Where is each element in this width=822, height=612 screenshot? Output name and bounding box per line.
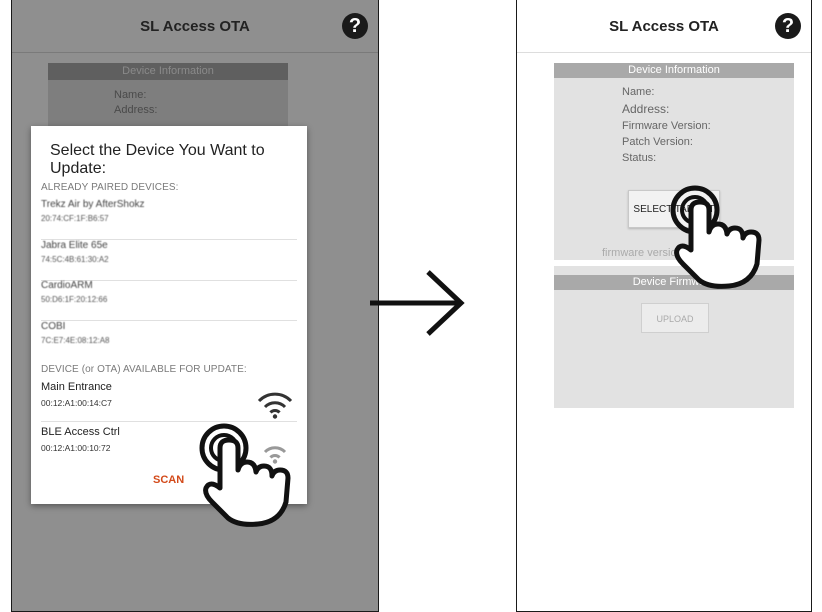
- device-name: BLE Access Ctrl: [41, 426, 120, 438]
- help-icon[interactable]: ?: [775, 13, 801, 39]
- app-bar: SL Access OTA ?: [12, 0, 378, 53]
- device-address: 00:12:A1:00:14:C7: [41, 398, 112, 408]
- device-address: 50:D6:1F:20:12:66: [41, 295, 108, 304]
- app-bar: SL Access OTA ?: [517, 0, 811, 53]
- patch-version-label: Patch Version:: [622, 136, 693, 148]
- device-information-header: Device Information: [554, 63, 794, 78]
- device-name: COBI: [41, 321, 66, 332]
- device-information-header: Device Information: [48, 63, 288, 80]
- ota-device-item[interactable]: Main Entrance 00:12:A1:00:14:C7: [41, 381, 297, 422]
- device-name: Main Entrance: [41, 381, 112, 393]
- paired-devices-heading: ALREADY PAIRED DEVICES:: [41, 182, 179, 193]
- app-title: SL Access OTA: [140, 17, 250, 35]
- wifi-icon: [257, 392, 293, 419]
- arrow-right-icon: [370, 270, 465, 336]
- pointing-hand-icon: [199, 423, 291, 527]
- address-label: Address:: [114, 104, 158, 116]
- upload-button[interactable]: UPLOAD: [641, 303, 709, 333]
- device-name: Jabra Elite 65e: [41, 240, 108, 251]
- name-label: Name:: [114, 89, 147, 101]
- right-phone-screen: SL Access OTA ? Device Information Name:…: [516, 0, 812, 612]
- ota-devices-heading: DEVICE (or OTA) AVAILABLE FOR UPDATE:: [41, 364, 247, 375]
- device-name: CardioARM: [41, 280, 93, 291]
- device-address: 7C:E7:4E:08:12:A8: [41, 336, 110, 345]
- address-label: Address:: [622, 102, 670, 116]
- paired-device-item[interactable]: COBI 7C:E7:4E:08:12:A8: [41, 321, 297, 361]
- help-icon[interactable]: ?: [342, 13, 368, 39]
- paired-device-item[interactable]: Jabra Elite 65e 74:5C:4B:61:30:A2: [41, 240, 297, 281]
- dialog-title: Select the Device You Want to Update:: [50, 142, 265, 177]
- scan-button[interactable]: SCAN: [153, 474, 184, 486]
- device-address: 00:12:A1:00:10:72: [41, 443, 111, 453]
- paired-device-item[interactable]: CardioARM 50:D6:1F:20:12:66: [41, 280, 297, 321]
- firmware-version-label: Firmware Version:: [622, 120, 711, 132]
- device-address: 20:74:CF:1F:B6:57: [41, 214, 109, 223]
- app-title: SL Access OTA: [609, 17, 719, 35]
- status-label: Status:: [622, 152, 657, 164]
- paired-device-item[interactable]: Trekz Air by AfterShokz 20:74:CF:1F:B6:5…: [41, 199, 297, 240]
- device-name: Trekz Air by AfterShokz: [41, 199, 145, 210]
- device-address: 74:5C:4B:61:30:A2: [41, 255, 109, 264]
- name-label: Name:: [622, 86, 655, 98]
- pointing-hand-icon: [670, 185, 762, 289]
- left-phone-screen: SL Access OTA ? Device Information Name:…: [11, 0, 379, 612]
